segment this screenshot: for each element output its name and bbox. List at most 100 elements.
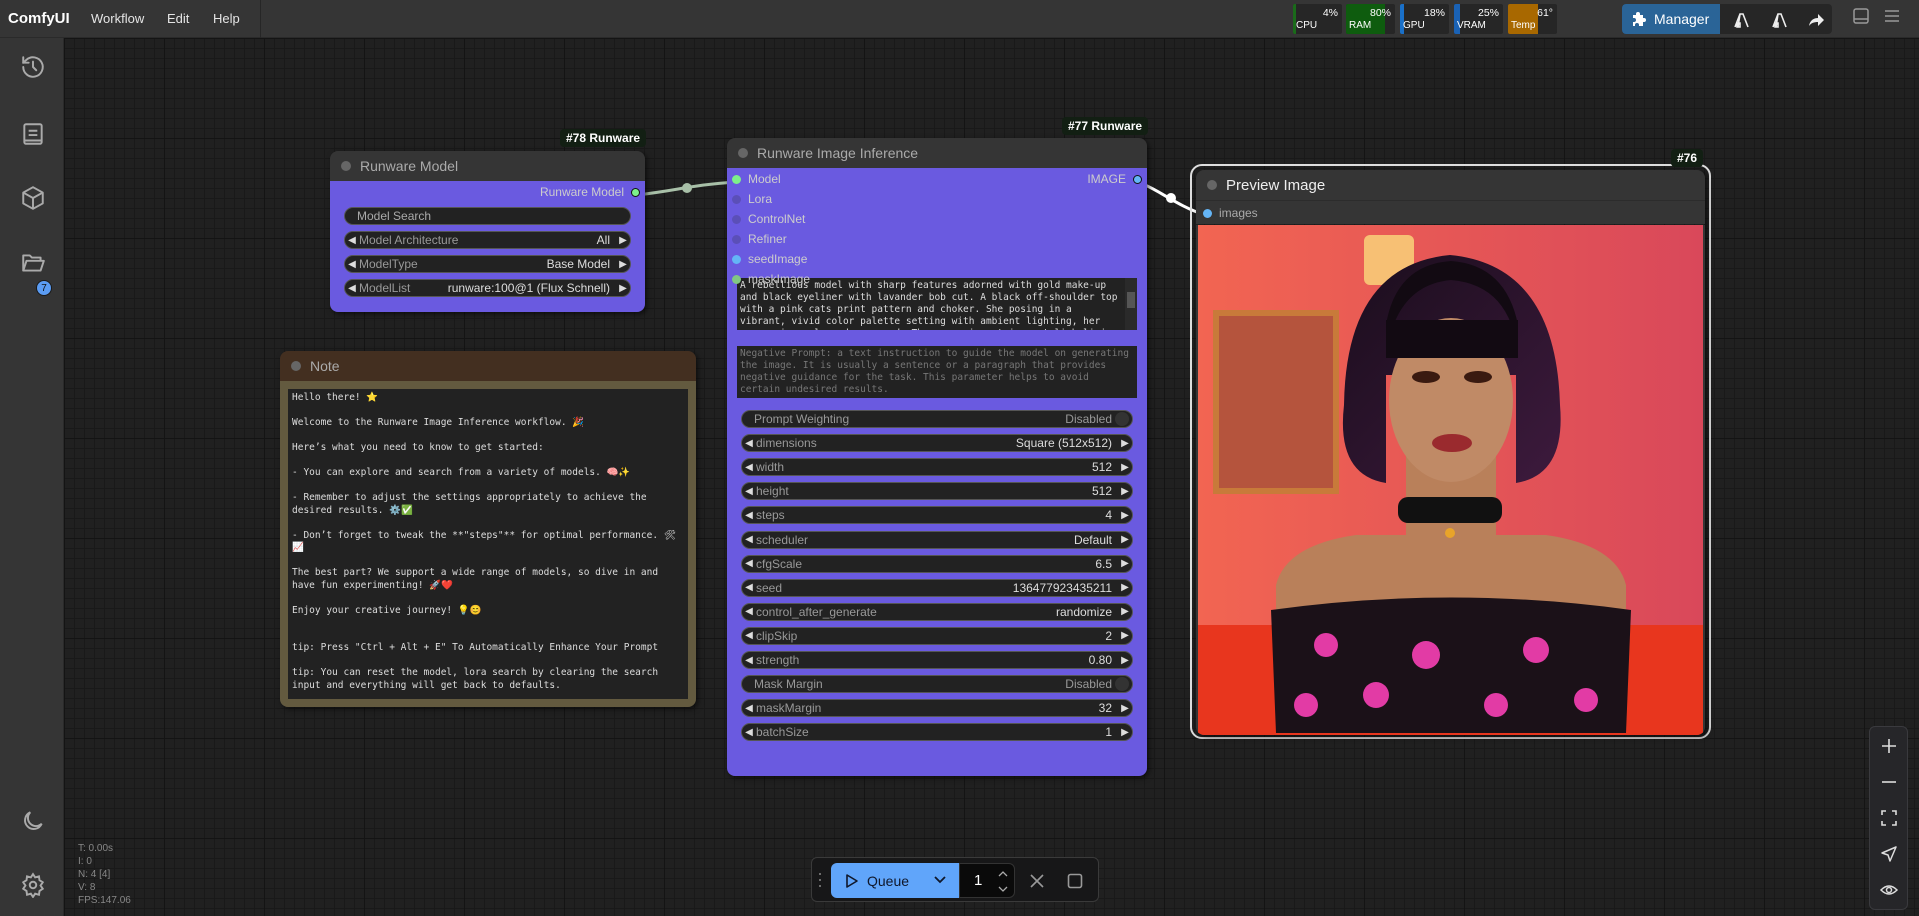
manager-button[interactable]: Manager — [1622, 4, 1720, 34]
increment-arrow-icon[interactable]: ▶ — [1118, 462, 1132, 473]
collapse-dot-icon[interactable] — [291, 361, 301, 371]
input-slot-model[interactable]: Model — [732, 172, 781, 186]
toggle-panel-icon[interactable] — [1852, 8, 1870, 24]
slot-dot-icon[interactable] — [732, 194, 741, 204]
widget-cfgscale[interactable]: ◀ cfgScale 6.5 ▶ — [741, 554, 1133, 573]
gear-icon[interactable] — [20, 872, 46, 898]
preview-image-node[interactable]: Preview Image images — [1196, 170, 1705, 735]
widget-steps[interactable]: ◀ steps 4 ▶ — [741, 506, 1133, 525]
increment-arrow-icon[interactable]: ▶ — [1118, 703, 1132, 714]
prompt-scrollbar[interactable] — [1125, 278, 1137, 330]
slot-dot-icon[interactable] — [631, 187, 640, 197]
fit-view-icon[interactable] — [1879, 808, 1899, 828]
widget-width[interactable]: ◀ width 512 ▶ — [741, 458, 1133, 477]
widget-model-list[interactable]: ◀ ModelList runware:100@1 (Flux Schnell)… — [344, 279, 631, 297]
collapse-dot-icon[interactable] — [738, 148, 748, 158]
output-slot-runware-model[interactable]: Runware Model — [540, 185, 640, 199]
widget-scheduler[interactable]: ◀ scheduler Default ▶ — [741, 530, 1133, 549]
input-slot-refiner[interactable]: Refiner — [732, 232, 787, 246]
increment-arrow-icon[interactable]: ▶ — [1118, 655, 1132, 666]
widget-prompt-weighting[interactable]: Prompt Weighting Disabled — [741, 410, 1133, 428]
slot-dot-icon[interactable] — [732, 274, 741, 284]
slot-dot-icon[interactable] — [1203, 208, 1212, 218]
slot-dot-icon[interactable] — [732, 234, 741, 244]
eye-icon[interactable] — [1879, 880, 1899, 900]
widget-dimensions[interactable]: ◀ dimensions Square (512x512) ▶ — [741, 434, 1133, 453]
widget-mask-margin[interactable]: Mask Margin Disabled — [741, 675, 1133, 694]
node-title-bar[interactable]: Preview Image — [1196, 170, 1705, 200]
decrement-arrow-icon[interactable]: ◀ — [742, 606, 756, 617]
app-logo[interactable]: ComfyUI — [8, 10, 70, 27]
book-icon[interactable] — [20, 121, 46, 147]
note-textarea[interactable]: Hello there! ⭐ Welcome to the Runware Im… — [288, 389, 688, 699]
comfy-mascot-alt-icon[interactable] — [1770, 12, 1788, 28]
increment-arrow-icon[interactable]: ▶ — [1118, 582, 1132, 593]
widget-model-type[interactable]: ◀ ModelType Base Model ▶ — [344, 255, 631, 273]
widget-model-architecture[interactable]: ◀ Model Architecture All ▶ — [344, 231, 631, 249]
decrement-arrow-icon[interactable]: ◀ — [742, 438, 756, 449]
slot-dot-icon[interactable] — [732, 254, 741, 264]
widget-height[interactable]: ◀ height 512 ▶ — [741, 482, 1133, 501]
generated-image[interactable] — [1196, 225, 1705, 735]
stop-icon[interactable] — [1067, 873, 1083, 889]
queue-button[interactable]: Queue — [831, 863, 959, 898]
batch-count-input[interactable]: 1 — [959, 863, 1015, 898]
decrement-arrow-icon[interactable]: ◀ — [742, 510, 756, 521]
slot-dot-icon[interactable] — [732, 174, 741, 184]
output-slot-image[interactable]: IMAGE — [1087, 172, 1142, 186]
toggle-switch-icon[interactable] — [1115, 677, 1129, 692]
widget-clipskip[interactable]: ◀ clipSkip 2 ▶ — [741, 626, 1133, 645]
node-title-bar[interactable]: Runware Image Inference — [727, 138, 1147, 168]
increment-arrow-icon[interactable]: ▶ — [616, 259, 630, 270]
menu-workflow[interactable]: Workflow — [91, 11, 144, 26]
cube-icon[interactable] — [20, 185, 46, 211]
increment-arrow-icon[interactable]: ▶ — [1118, 534, 1132, 545]
input-slot-maskimage[interactable]: maskImage — [732, 272, 810, 286]
comfy-mascot-icon[interactable] — [1732, 12, 1750, 28]
toggle-switch-icon[interactable] — [1115, 412, 1129, 426]
close-icon[interactable] — [1029, 873, 1045, 889]
increment-arrow-icon[interactable]: ▶ — [1118, 438, 1132, 449]
decrement-arrow-icon[interactable]: ◀ — [345, 283, 359, 294]
increment-arrow-icon[interactable]: ▶ — [1118, 510, 1132, 521]
slot-dot-icon[interactable] — [1133, 174, 1142, 184]
increment-arrow-icon[interactable]: ▶ — [1118, 558, 1132, 569]
input-slot-seedimage[interactable]: seedImage — [732, 252, 807, 266]
decrement-arrow-icon[interactable]: ◀ — [742, 655, 756, 666]
decrement-arrow-icon[interactable]: ◀ — [742, 582, 756, 593]
node-title-bar[interactable]: Note — [280, 351, 696, 381]
menu-help[interactable]: Help — [213, 11, 240, 26]
widget-batchsize[interactable]: ◀ batchSize 1 ▶ — [741, 723, 1133, 742]
collapse-dot-icon[interactable] — [341, 161, 351, 171]
decrement-arrow-icon[interactable]: ◀ — [742, 703, 756, 714]
decrement-arrow-icon[interactable]: ◀ — [742, 534, 756, 545]
chevron-up-icon[interactable] — [998, 870, 1008, 878]
increment-arrow-icon[interactable]: ▶ — [616, 235, 630, 246]
widget-maskmargin[interactable]: ◀ maskMargin 32 ▶ — [741, 699, 1133, 718]
widget-strength[interactable]: ◀ strength 0.80 ▶ — [741, 651, 1133, 669]
slot-dot-icon[interactable] — [732, 214, 741, 224]
widget-seed[interactable]: ◀ seed 136477923435211 ▶ — [741, 578, 1133, 597]
select-mode-icon[interactable] — [1879, 844, 1899, 864]
widget-control-after-generate[interactable]: ◀ control_after_generate randomize ▶ — [741, 602, 1133, 621]
model-search-input[interactable]: Model Search — [344, 207, 631, 225]
collapse-dot-icon[interactable] — [1207, 180, 1217, 190]
decrement-arrow-icon[interactable]: ◀ — [742, 727, 756, 738]
increment-arrow-icon[interactable]: ▶ — [1118, 630, 1132, 641]
decrement-arrow-icon[interactable]: ◀ — [742, 486, 756, 497]
runware-model-node[interactable]: Runware Model Runware Model Model Search… — [330, 151, 645, 312]
decrement-arrow-icon[interactable]: ◀ — [742, 558, 756, 569]
moon-icon[interactable] — [20, 808, 46, 834]
decrement-arrow-icon[interactable]: ◀ — [345, 259, 359, 270]
runware-image-inference-node[interactable]: Runware Image Inference IMAGE A rebellio… — [727, 138, 1147, 776]
menu-edit[interactable]: Edit — [167, 11, 189, 26]
scrollbar-thumb[interactable] — [1127, 292, 1135, 308]
node-title-bar[interactable]: Runware Model — [330, 151, 645, 181]
drag-handle-icon[interactable] — [818, 872, 822, 888]
zoom-in-icon[interactable] — [1879, 736, 1899, 756]
menu-icon[interactable] — [1883, 8, 1901, 24]
history-icon[interactable] — [20, 54, 46, 80]
decrement-arrow-icon[interactable]: ◀ — [345, 235, 359, 246]
input-slot-lora[interactable]: Lora — [732, 192, 772, 206]
increment-arrow-icon[interactable]: ▶ — [1118, 486, 1132, 497]
